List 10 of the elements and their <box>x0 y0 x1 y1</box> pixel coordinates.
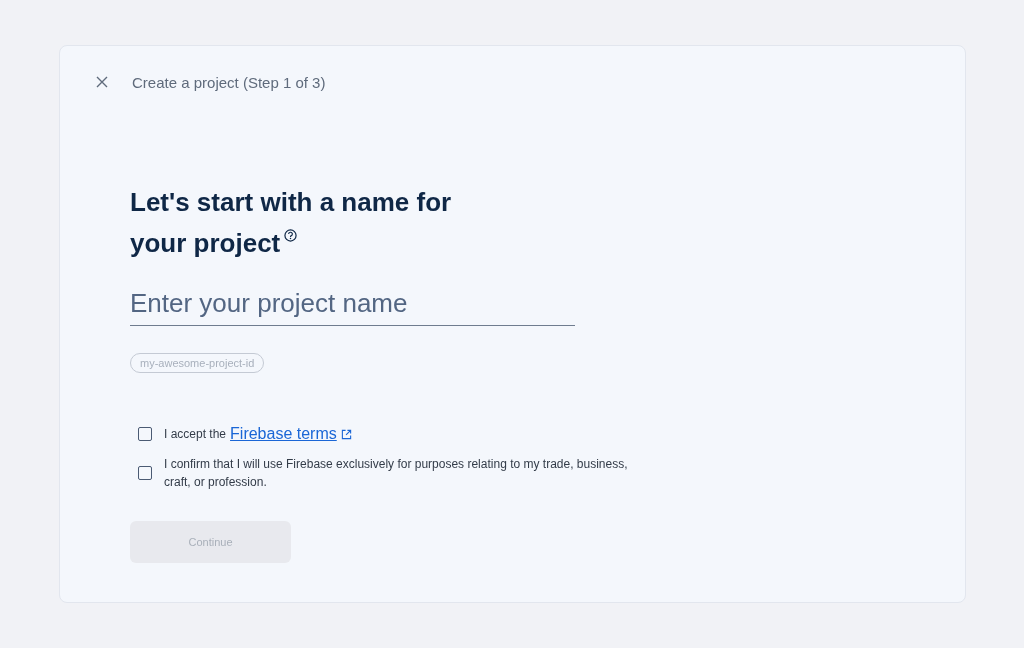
project-name-field[interactable]: Enter your project name <box>130 288 575 326</box>
help-icon[interactable] <box>284 229 298 243</box>
checkbox[interactable] <box>138 427 152 441</box>
heading: Let's start with a name for your project <box>130 186 453 260</box>
agreement-text: I accept the <box>164 426 227 443</box>
terms-link[interactable]: Firebase terms <box>230 425 337 443</box>
external-link-icon <box>340 428 352 440</box>
page-title: Create a project (Step 1 of 3) <box>132 73 326 91</box>
agreement-text: I confirm that I will use Firebase exclusively for purposes relating to my trade, business, craft, or profession. <box>164 456 629 491</box>
checkbox[interactable] <box>138 466 152 480</box>
